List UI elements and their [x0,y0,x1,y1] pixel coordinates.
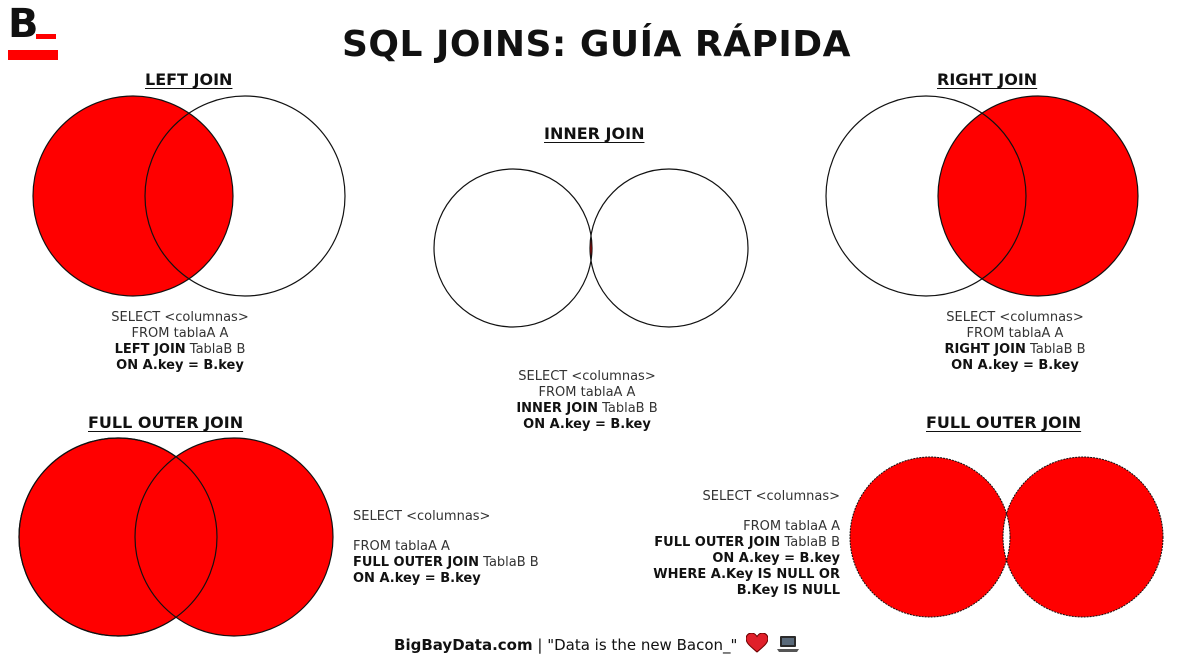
code-line-on: ON A.key = B.key [353,571,481,586]
code-line-join: FULL OUTER JOIN TablaB B [353,555,539,571]
join-table: TablaB B [780,535,840,550]
join-keyword: INNER JOIN [516,401,598,416]
inner-join-title: INNER JOIN [544,124,645,143]
full-outer-exclusive-title: FULL OUTER JOIN [926,413,1082,432]
join-keyword: FULL OUTER JOIN [654,535,781,550]
code-line-select: SELECT <columnas> [353,509,491,524]
exclusive-circle-b [1003,457,1163,617]
code-line-on: ON A.key = B.key [523,417,651,432]
heart-icon [746,633,769,653]
code-line-select: SELECT <columnas> [111,310,249,325]
right-join-code: SELECT <columnas> FROM tablaA A RIGHT JO… [915,310,1115,374]
code-line-from: FROM tablaA A [353,539,450,554]
code-line-from: FROM tablaA A [131,326,229,341]
left-join-circle-a [32,95,234,297]
join-keyword: RIGHT JOIN [944,342,1026,357]
code-line-from: FROM tablaA A [966,326,1064,341]
code-line-from: FROM tablaA A [743,519,840,534]
code-line-select: SELECT <columnas> [702,489,840,504]
left-join-venn [32,95,346,297]
full-outer-exclusive-venn [849,456,1164,618]
footer-tagline: "Data is the new Bacon_" [547,636,738,654]
code-line-where-cont: B.Key IS NULL [736,583,840,598]
inner-join-intersection [590,169,592,327]
left-join-code: SELECT <columnas> FROM tablaA A LEFT JOI… [80,310,280,374]
full-outer-join-code: SELECT <columnas> FROM tablaA A FULL OUT… [353,509,539,587]
inner-join-circle-a [433,168,593,328]
code-line-join: INNER JOIN TablaB B [487,401,687,417]
inner-join-code: SELECT <columnas> FROM tablaA A INNER JO… [487,369,687,433]
join-keyword: FULL OUTER JOIN [353,555,480,570]
code-line-where: WHERE A.Key IS NULL OR [653,567,840,582]
join-table: TablaB B [1025,342,1086,357]
join-table: TablaB B [185,342,246,357]
full-outer-join-title: FULL OUTER JOIN [88,413,244,432]
right-join-venn [825,95,1139,297]
join-keyword: LEFT JOIN [114,342,186,357]
laptop-icon [776,636,799,652]
code-line-select: SELECT <columnas> [946,310,1084,325]
full-outer-join-venn [18,437,334,637]
code-line-on: ON A.key = B.key [951,358,1079,373]
full-outer-exclusive-code: SELECT <columnas> FROM tablaA A FULL OUT… [620,489,840,599]
right-join-circle-b [937,95,1139,297]
right-join-title: RIGHT JOIN [937,70,1038,89]
footer-site-link[interactable]: BigBayData.com [394,636,533,654]
code-line-on: ON A.key = B.key [712,551,840,566]
code-line-from: FROM tablaA A [538,385,636,400]
left-join-title: LEFT JOIN [145,70,233,89]
full-outer-circle-b [134,437,334,637]
code-line-on: ON A.key = B.key [116,358,244,373]
code-line-select: SELECT <columnas> [518,369,656,384]
code-line-join: FULL OUTER JOIN TablaB B [620,535,840,551]
footer-separator: | [532,636,548,654]
code-line-join: RIGHT JOIN TablaB B [915,342,1115,358]
join-table: TablaB B [597,401,658,416]
exclusive-circle-a [850,457,1010,617]
join-table: TablaB B [479,555,539,570]
inner-join-venn [433,168,749,328]
code-line-join: LEFT JOIN TablaB B [80,342,280,358]
footer: BigBayData.com | "Data is the new Bacon_… [0,633,1180,654]
inner-join-circle-b [589,168,749,328]
